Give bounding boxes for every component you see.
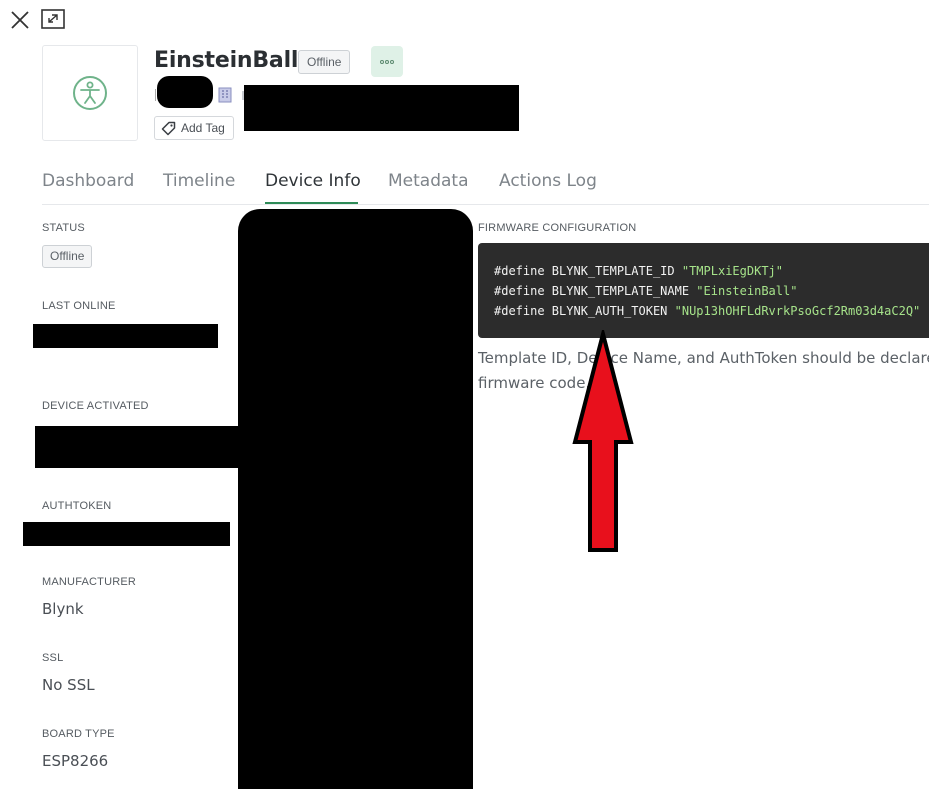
accessibility-person-icon [73,76,107,110]
tab-metadata[interactable]: Metadata [388,171,469,191]
more-dots-icon [380,59,384,64]
code-line-template-name: #define BLYNK_TEMPLATE_NAME "EinsteinBal… [494,284,798,298]
board-type-label: BOARD TYPE [42,728,115,740]
ssl-value: No SSL [42,676,95,694]
add-tag-button[interactable]: Add Tag [154,116,234,140]
device-activated-label: DEVICE ACTIVATED [42,400,149,412]
manufacturer-value: Blynk [42,600,84,618]
device-title: EinsteinBall [154,48,299,73]
tab-bar: Dashboard Timeline Device Info Metadata … [42,166,929,205]
firmware-note-line-2: firmware code. [478,374,591,392]
authtoken-label: AUTHTOKEN [42,500,112,512]
redacted-device-activated [35,426,245,468]
more-options-button[interactable] [371,46,403,77]
firmware-configuration-label: FIRMWARE CONFIGURATION [478,222,637,234]
firmware-note-line-1: Template ID, Device Name, and AuthToken … [478,349,929,367]
active-tab-indicator [265,202,358,204]
redacted-owner [157,76,213,108]
redacted-authtoken [23,522,230,546]
device-avatar [42,45,138,141]
red-arrow-annotation [572,330,634,552]
code-line-auth-token: #define BLYNK_AUTH_TOKEN "NUp13hOHFLdRvr… [494,304,921,318]
header-status-badge: Offline [298,50,351,74]
building-icon [218,87,232,103]
close-icon[interactable] [10,10,30,30]
add-tag-label: Add Tag [181,121,225,135]
firmware-note: Template ID, Device Name, and AuthToken … [478,346,929,396]
code-line-template-id: #define BLYNK_TEMPLATE_ID "TMPLxiEgDKTj" [494,264,783,278]
last-online-label: LAST ONLINE [42,300,116,312]
tab-actions-log[interactable]: Actions Log [499,171,597,191]
status-badge: Offline [42,245,93,268]
tab-timeline[interactable]: Timeline [163,171,235,191]
ssl-label: SSL [42,652,64,664]
tab-dashboard[interactable]: Dashboard [42,171,134,191]
redacted-middle-column [238,209,473,789]
redacted-last-online [33,324,218,348]
firmware-code-block[interactable]: #define BLYNK_TEMPLATE_ID "TMPLxiEgDKTj"… [478,243,929,338]
status-label: STATUS [42,222,85,234]
manufacturer-label: MANUFACTURER [42,576,137,588]
tab-device-info[interactable]: Device Info [265,171,361,191]
expand-icon[interactable] [41,9,65,29]
board-type-value: ESP8266 [42,752,109,770]
tag-icon [161,121,176,135]
redacted-organization [244,85,519,131]
